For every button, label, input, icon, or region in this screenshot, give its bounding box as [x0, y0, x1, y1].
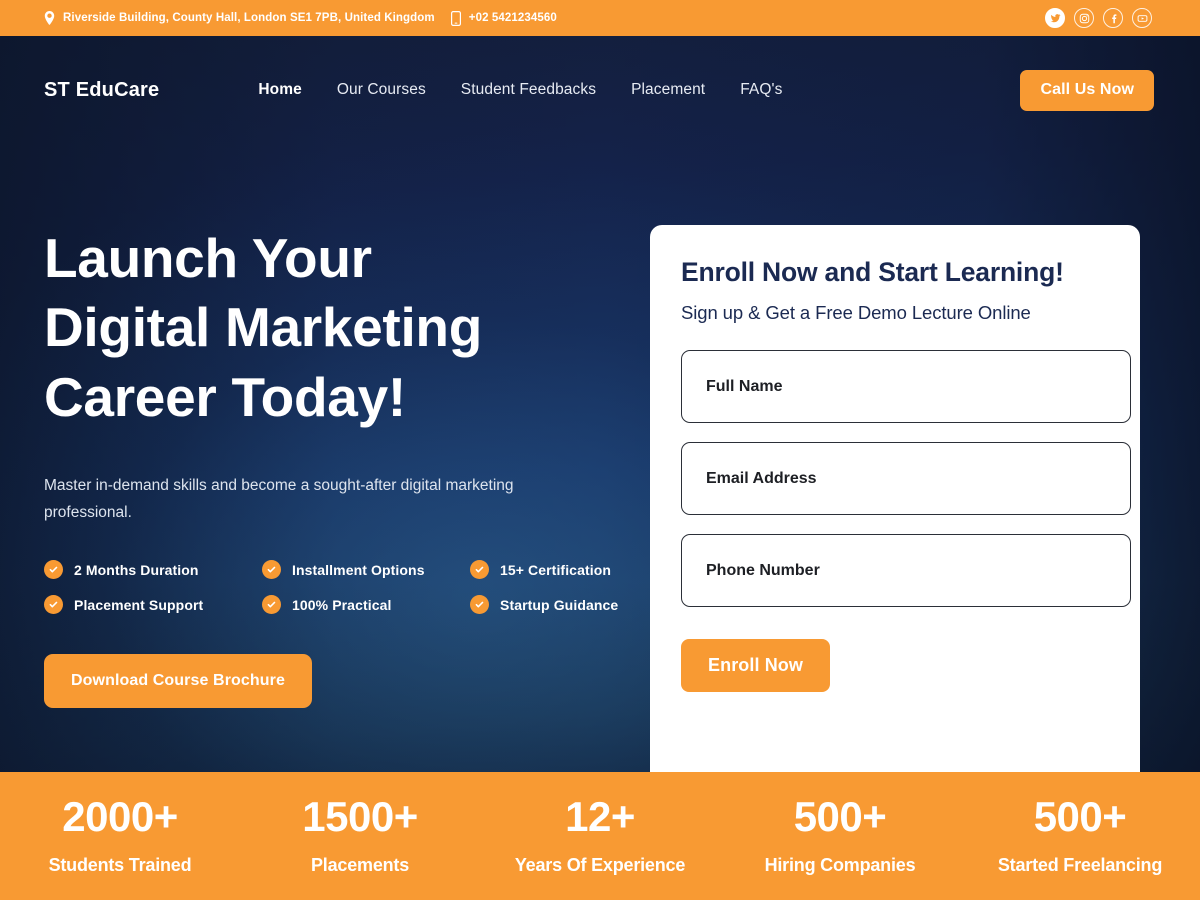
mobile-phone-icon [450, 10, 461, 26]
headline-line-3: Career Today! [44, 365, 406, 428]
nav-links: Home Our Courses Student Feedbacks Place… [258, 81, 782, 99]
nav-item-home[interactable]: Home [258, 81, 301, 99]
phone-text: +02 5421234560 [468, 12, 557, 24]
stat-value: 12+ [565, 793, 635, 840]
address-text: Riverside Building, County Hall, London … [63, 12, 435, 24]
stats-bar: 2000+ Students Trained 1500+ Placements … [0, 772, 1200, 900]
feature-list: 2 Months Duration Installment Options 15… [44, 560, 644, 615]
contact-info: Riverside Building, County Hall, London … [44, 10, 557, 26]
stat-label: Years Of Experience [514, 855, 686, 875]
check-circle-icon [44, 595, 63, 615]
top-contact-bar: Riverside Building, County Hall, London … [0, 0, 1200, 36]
check-circle-icon [470, 595, 489, 615]
stat-value: 500+ [793, 793, 887, 840]
feature-item: 2 Months Duration [44, 560, 262, 580]
youtube-icon[interactable] [1132, 8, 1152, 28]
stat-label: Hiring Companies [764, 855, 916, 875]
feature-item: Installment Options [262, 560, 470, 580]
stat-label: Placements [310, 855, 410, 875]
main-navigation: ST EduCare Home Our Courses Student Feed… [0, 36, 1200, 144]
feature-item: Placement Support [44, 595, 262, 615]
enrollment-form-card: Enroll Now and Start Learning! Sign up &… [650, 225, 1140, 772]
download-brochure-button[interactable]: Download Course Brochure [44, 654, 312, 709]
stat-label: Students Trained [48, 855, 192, 875]
form-title: Enroll Now and Start Learning! [681, 257, 1064, 287]
phone-input[interactable] [681, 534, 1131, 607]
headline-line-1: Launch Your [44, 227, 372, 289]
hero-content: Launch Your Digital Marketing Career Tod… [44, 224, 644, 709]
stat-value: 500+ [1033, 793, 1127, 840]
headline-line-2: Digital Marketing [44, 296, 483, 359]
stat-value: 2000+ [62, 793, 178, 840]
nav-item-student-feedbacks[interactable]: Student Feedbacks [461, 81, 596, 99]
twitter-icon[interactable] [1045, 8, 1065, 28]
feature-label: 15+ Certification [500, 561, 612, 578]
hero-section: ST EduCare Home Our Courses Student Feed… [0, 36, 1200, 772]
stat-item: 2000+ Students Trained [0, 796, 240, 876]
stat-item: 1500+ Placements [240, 796, 480, 876]
feature-item: 15+ Certification [470, 560, 644, 580]
stat-value: 1500+ [302, 793, 418, 840]
nav-item-placement[interactable]: Placement [631, 81, 705, 99]
feature-item: 100% Practical [262, 595, 470, 615]
feature-label: Installment Options [292, 561, 425, 578]
check-circle-icon [44, 560, 63, 580]
call-us-now-button[interactable]: Call Us Now [1020, 69, 1154, 111]
full-name-input[interactable] [681, 350, 1131, 423]
stat-item: 12+ Years Of Experience [480, 796, 720, 876]
form-subtitle: Sign up & Get a Free Demo Lecture Online [681, 302, 1031, 323]
nav-item-our-courses[interactable]: Our Courses [337, 81, 426, 99]
stat-item: 500+ Started Freelancing [960, 796, 1200, 876]
stat-label: Started Freelancing [997, 855, 1163, 875]
site-logo[interactable]: ST EduCare [44, 79, 159, 102]
feature-label: 100% Practical [292, 596, 392, 613]
landing-page: Riverside Building, County Hall, London … [0, 0, 1200, 900]
feature-label: 2 Months Duration [74, 561, 199, 578]
social-links [1045, 8, 1152, 28]
check-circle-icon [262, 595, 281, 615]
feature-label: Startup Guidance [500, 596, 619, 613]
hero-subtext: Master in-demand skills and become a sou… [44, 476, 514, 522]
map-pin-icon [44, 11, 55, 25]
feature-item: Startup Guidance [470, 595, 644, 615]
check-circle-icon [262, 560, 281, 580]
nav-item-faqs[interactable]: FAQ's [740, 81, 782, 99]
stat-item: 500+ Hiring Companies [720, 796, 960, 876]
email-input[interactable] [681, 442, 1131, 515]
page-title: Launch Your Digital Marketing Career Tod… [44, 224, 644, 432]
check-circle-icon [470, 560, 489, 580]
facebook-icon[interactable] [1103, 8, 1123, 28]
enroll-now-button[interactable]: Enroll Now [681, 639, 830, 692]
instagram-icon[interactable] [1074, 8, 1094, 28]
feature-label: Placement Support [74, 596, 204, 613]
